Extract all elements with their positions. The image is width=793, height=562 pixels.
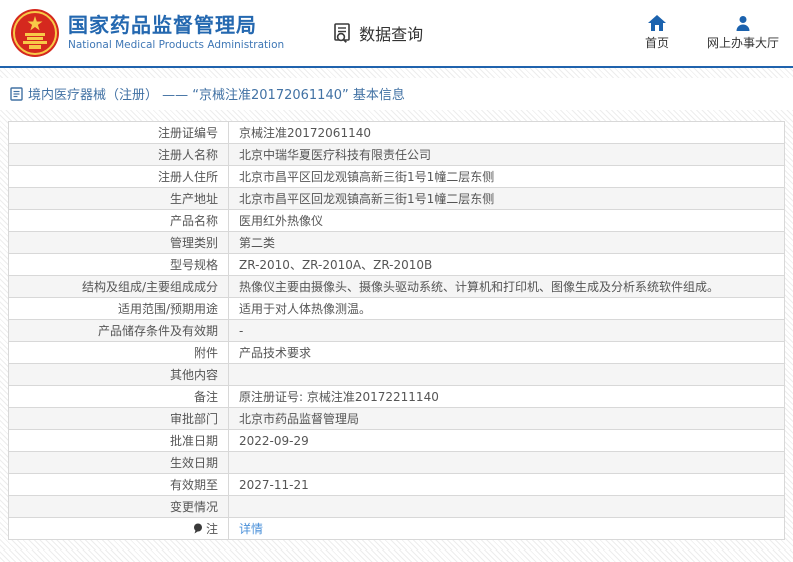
home-icon: [647, 15, 666, 31]
table-row: 附件 产品技术要求: [8, 341, 785, 364]
row-value: [228, 363, 785, 386]
brand-subtitle: National Medical Products Administration: [68, 39, 285, 52]
row-value: 原注册证号: 京械注准20172211140: [228, 385, 785, 408]
registration-info-table: 注册证编号 京械注准20172061140 注册人名称 北京中瑞华夏医疗科技有限…: [8, 121, 785, 540]
row-label: 型号规格: [8, 253, 229, 276]
row-label: 生产地址: [8, 187, 229, 210]
row-value: [228, 451, 785, 474]
row-value: 北京中瑞华夏医疗科技有限责任公司: [228, 143, 785, 166]
data-query-button[interactable]: 数据查询: [332, 21, 423, 45]
row-value: 第二类: [228, 231, 785, 254]
detail-link[interactable]: 详情: [239, 522, 263, 536]
table-row: 注册证编号 京械注准20172061140: [8, 121, 785, 144]
row-label: 产品储存条件及有效期: [8, 319, 229, 342]
row-value: [228, 495, 785, 518]
row-label: 注: [205, 522, 218, 536]
row-label: 注册人名称: [8, 143, 229, 166]
row-value: 北京市昌平区回龙观镇高新三街1号1幢二层东侧: [228, 165, 785, 188]
row-label: 有效期至: [8, 473, 229, 496]
table-row: 注册人住所 北京市昌平区回龙观镇高新三街1号1幢二层东侧: [8, 165, 785, 188]
table-row: 管理类别 第二类: [8, 231, 785, 254]
table-row: 生效日期: [8, 451, 785, 474]
data-query-label: 数据查询: [359, 25, 424, 44]
home-label: 首页: [644, 36, 669, 50]
row-label: 结构及组成/主要组成成分: [8, 275, 229, 298]
row-value: 医用红外热像仪: [228, 209, 785, 232]
page-title: 境内医疗器械（注册） —— “京械注准20172061140” 基本信息: [28, 88, 405, 103]
table-row: 型号规格 ZR-2010、ZR-2010A、ZR-2010B: [8, 253, 785, 276]
online-service-hall-label: 网上办事大厅: [706, 36, 779, 50]
document-search-icon: [334, 23, 350, 43]
table-row: 其他内容: [8, 363, 785, 386]
row-value: 产品技术要求: [228, 341, 785, 364]
row-value: 北京市昌平区回龙观镇高新三街1号1幢二层东侧: [228, 187, 785, 210]
table-row: 注册人名称 北京中瑞华夏医疗科技有限责任公司: [8, 143, 785, 166]
table-row: 备注 原注册证号: 京械注准20172211140: [8, 385, 785, 408]
table-row: 产品名称 医用红外热像仪: [8, 209, 785, 232]
table-row: 结构及组成/主要组成成分 热像仪主要由摄像头、摄像头驱动系统、计算机和打印机、图…: [8, 275, 785, 298]
online-service-hall-button[interactable]: 网上办事大厅: [707, 15, 779, 51]
row-value: ZR-2010、ZR-2010A、ZR-2010B: [228, 253, 785, 276]
home-button[interactable]: 首页: [645, 15, 669, 51]
table-row: 注 详情: [8, 517, 785, 540]
user-icon: [736, 16, 750, 31]
table-row: 有效期至 2027-11-21: [8, 473, 785, 496]
table-row: 批准日期 2022-09-29: [8, 429, 785, 452]
table-row: 变更情况: [8, 495, 785, 518]
row-label: 变更情况: [8, 495, 229, 518]
row-value: 2022-09-29: [228, 429, 785, 452]
table-row: 审批部门 北京市药品监督管理局: [8, 407, 785, 430]
row-label: 备注: [8, 385, 229, 408]
row-label: 附件: [8, 341, 229, 364]
row-label: 注册证编号: [8, 121, 229, 144]
document-icon: [10, 86, 23, 101]
row-value: 北京市药品监督管理局: [228, 407, 785, 430]
row-label: 审批部门: [8, 407, 229, 430]
row-label: 生效日期: [8, 451, 229, 474]
breadcrumb: 境内医疗器械（注册） —— “京械注准20172061140” 基本信息: [0, 78, 793, 110]
row-value: 京械注准20172061140: [228, 121, 785, 144]
row-label: 批准日期: [8, 429, 229, 452]
table-row: 适用范围/预期用途 适用于对人体热像测温。: [8, 297, 785, 320]
page-header: 国家药品监督管理局 National Medical Products Admi…: [0, 0, 793, 68]
national-emblem-logo: [11, 9, 59, 57]
row-value: 热像仪主要由摄像头、摄像头驱动系统、计算机和打印机、图像生成及分析系统软件组成。: [228, 275, 785, 298]
table-row: 产品储存条件及有效期 -: [8, 319, 785, 342]
row-label: 适用范围/预期用途: [8, 297, 229, 320]
row-value: 适用于对人体热像测温。: [228, 297, 785, 320]
row-label: 其他内容: [8, 363, 229, 386]
row-label: 注册人住所: [8, 165, 229, 188]
brand-title: 国家药品监督管理局: [68, 13, 257, 38]
table-row: 生产地址 北京市昌平区回龙观镇高新三街1号1幢二层东侧: [8, 187, 785, 210]
note-bubble-icon: [193, 523, 202, 534]
brand-block: 国家药品监督管理局 National Medical Products Admi…: [10, 8, 284, 58]
row-value: 2027-11-21: [228, 473, 785, 496]
row-value: -: [228, 319, 785, 342]
row-label: 产品名称: [8, 209, 229, 232]
row-label: 管理类别: [8, 231, 229, 254]
